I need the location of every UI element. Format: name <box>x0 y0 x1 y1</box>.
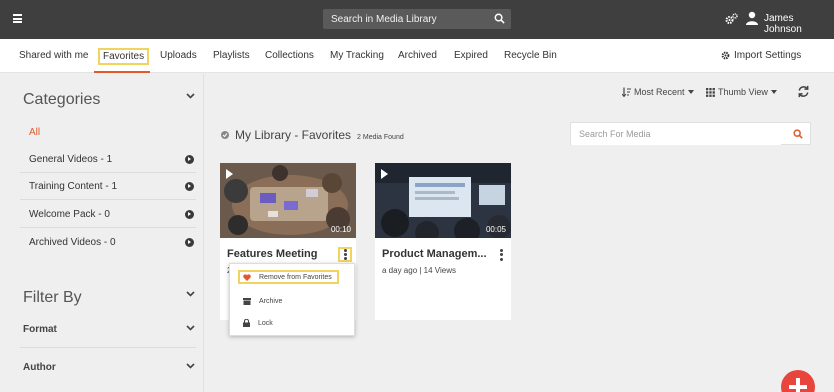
check-circle-icon <box>221 131 229 139</box>
category-training-content[interactable]: Training Content - 1 <box>20 174 196 200</box>
global-search-input[interactable] <box>323 13 483 25</box>
caret-down-icon <box>687 90 694 94</box>
arrow-right-circle-icon <box>185 210 194 219</box>
tab-my-tracking[interactable]: My Tracking <box>330 50 384 61</box>
category-all[interactable]: All <box>20 119 196 145</box>
media-title[interactable]: Product Managem... <box>382 248 487 260</box>
tab-shared-with-me[interactable]: Shared with me <box>19 50 88 61</box>
filter-format[interactable]: Format <box>23 324 57 335</box>
sort-dropdown[interactable]: Most Recent <box>622 87 694 97</box>
media-title[interactable]: Features Meeting <box>227 248 317 260</box>
search-icon[interactable] <box>793 129 803 139</box>
refresh-icon[interactable] <box>797 85 810 98</box>
category-label: General Videos - 1 <box>29 154 113 165</box>
user-avatar-icon[interactable] <box>746 11 758 25</box>
more-options-icon[interactable] <box>494 247 508 262</box>
category-label: Archived Videos - 0 <box>29 236 116 248</box>
category-general-videos[interactable]: General Videos - 1 <box>20 147 196 173</box>
video-thumbnail[interactable]: 00:10 <box>220 163 356 238</box>
view-dropdown[interactable]: Thumb View <box>706 87 777 97</box>
archive-icon <box>243 297 251 305</box>
menu-icon[interactable] <box>13 14 22 23</box>
active-tab-indicator <box>94 71 150 73</box>
media-options-menu: Remove from Favorites Archive Lock <box>229 263 355 336</box>
gear-icon <box>721 51 730 60</box>
library-header: My Library - Favorites 2 Media Found <box>221 128 404 142</box>
filter-by-title: Filter By <box>23 289 82 306</box>
arrow-right-circle-icon <box>185 155 194 164</box>
divider <box>20 347 196 348</box>
remove-from-favorites-item[interactable]: Remove from Favorites <box>238 270 339 284</box>
tab-expired[interactable]: Expired <box>454 50 488 61</box>
menu-item-label: Archive <box>259 297 283 305</box>
menu-item-label: Remove from Favorites <box>259 273 332 281</box>
library-title: My Library - Favorites <box>235 128 352 142</box>
video-duration: 00:05 <box>485 225 506 234</box>
category-label: All <box>29 126 41 138</box>
archive-item[interactable]: Archive <box>243 294 282 308</box>
add-media-button[interactable] <box>781 370 815 392</box>
video-thumbnail[interactable]: 00:05 <box>375 163 511 238</box>
heart-icon <box>243 273 251 281</box>
grid-icon <box>706 87 715 97</box>
filter-author[interactable]: Author <box>23 362 56 373</box>
tab-recycle-bin[interactable]: Recycle Bin <box>504 50 557 61</box>
top-bar: James Johnson <box>0 0 834 39</box>
media-count: 2 Media Found <box>357 134 404 141</box>
chevron-down-icon[interactable] <box>186 93 195 99</box>
category-label: Training Content - 1 <box>29 181 118 192</box>
tab-favorites[interactable]: Favorites <box>98 48 150 65</box>
tab-uploads[interactable]: Uploads <box>160 50 197 61</box>
media-search-input[interactable] <box>571 123 781 145</box>
tab-collections[interactable]: Collections <box>265 50 314 61</box>
play-icon[interactable] <box>226 169 233 179</box>
video-duration: 00:10 <box>330 225 351 234</box>
chevron-down-icon[interactable] <box>186 291 195 297</box>
category-welcome-pack[interactable]: Welcome Pack - 0 <box>20 202 196 228</box>
import-settings-label: Import Settings <box>734 50 802 61</box>
lock-item[interactable]: Lock <box>243 316 273 330</box>
lock-icon <box>243 319 250 327</box>
play-icon[interactable] <box>381 169 388 179</box>
view-label: Thumb View <box>718 87 768 97</box>
arrow-right-circle-icon <box>185 237 194 247</box>
import-settings-button[interactable]: Import Settings <box>721 50 801 61</box>
categories-title: Categories <box>23 91 101 108</box>
tab-bar: Shared with me Favorites Uploads Playlis… <box>0 39 834 73</box>
global-search[interactable] <box>323 9 511 29</box>
media-card[interactable]: 00:05 Product Managem... a day ago | 14 … <box>375 163 511 320</box>
sort-icon <box>622 87 631 97</box>
menu-item-label: Lock <box>258 319 273 327</box>
category-label: Welcome Pack - 0 <box>29 209 110 220</box>
media-search[interactable] <box>570 122 811 145</box>
tab-archived[interactable]: Archived <box>398 50 437 61</box>
category-archived-videos[interactable]: Archived Videos - 0 <box>20 229 196 255</box>
chevron-down-icon[interactable] <box>186 363 195 369</box>
sidebar: Categories All General Videos - 1 Traini… <box>0 74 204 392</box>
media-meta: a day ago | 14 Views <box>382 266 456 275</box>
settings-gears-icon[interactable] <box>725 13 738 25</box>
search-icon[interactable] <box>494 13 505 24</box>
tab-playlists[interactable]: Playlists <box>213 50 250 61</box>
user-name[interactable]: James Johnson <box>764 13 834 35</box>
more-options-icon[interactable] <box>338 247 352 262</box>
chevron-down-icon[interactable] <box>186 325 195 331</box>
arrow-right-circle-icon <box>185 182 194 191</box>
sort-label: Most Recent <box>634 87 685 97</box>
caret-down-icon <box>770 90 777 94</box>
